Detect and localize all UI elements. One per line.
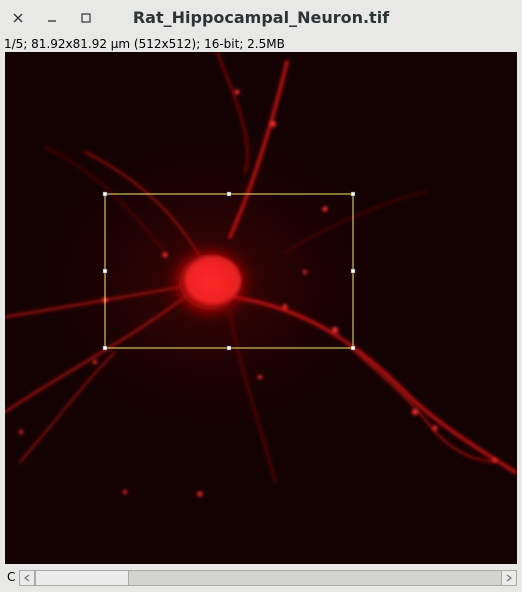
image-canvas[interactable]: [5, 52, 517, 564]
roi-handle[interactable]: [102, 268, 108, 274]
channel-scrollbar[interactable]: [19, 570, 517, 586]
scroll-thumb[interactable]: [35, 570, 129, 586]
title-bar: Rat_Hippocampal_Neuron.tif: [0, 0, 522, 36]
scroll-left-button[interactable]: [19, 570, 35, 586]
roi-handle[interactable]: [102, 345, 108, 351]
scroll-right-button[interactable]: [501, 570, 517, 586]
roi-handle[interactable]: [350, 191, 356, 197]
channel-slider-bar: C: [0, 566, 522, 592]
image-info-text: 1/5; 81.92x81.92 µm (512x512); 16-bit; 2…: [4, 37, 285, 51]
channel-label: C: [7, 570, 16, 584]
window-title: Rat_Hippocampal_Neuron.tif: [132, 8, 390, 27]
arrow-right-icon: [506, 574, 512, 582]
image-info-bar: 1/5; 81.92x81.92 µm (512x512); 16-bit; 2…: [0, 36, 522, 52]
roi-handle[interactable]: [226, 191, 232, 197]
roi-handle[interactable]: [102, 191, 108, 197]
roi-handle[interactable]: [350, 345, 356, 351]
roi-handle[interactable]: [350, 268, 356, 274]
roi-handle[interactable]: [226, 345, 232, 351]
neuron-image: [5, 52, 517, 497]
arrow-left-icon: [24, 574, 30, 582]
